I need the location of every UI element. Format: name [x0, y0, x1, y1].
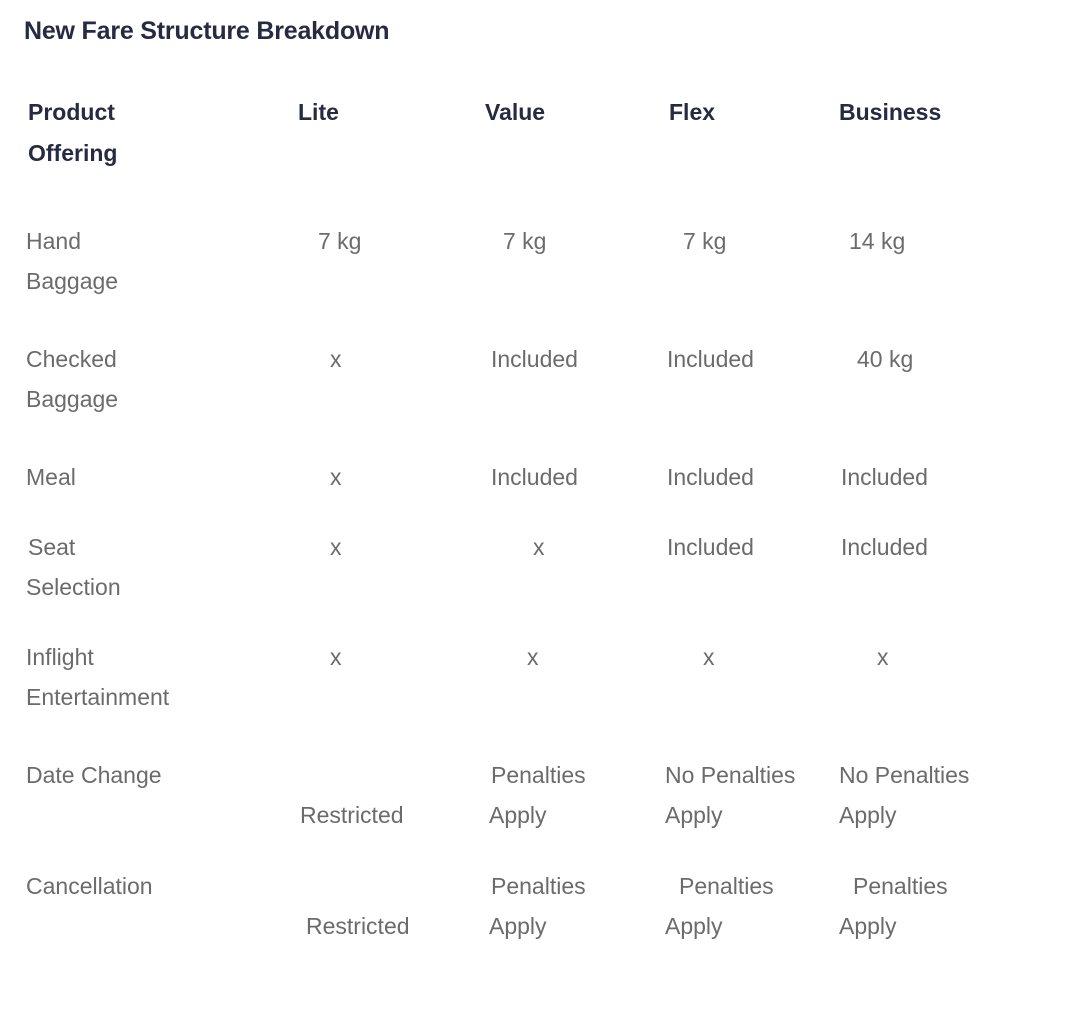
cell-value: Included	[841, 464, 928, 490]
cell-value: x	[703, 644, 715, 670]
cell-hand-baggage-flex: 7 kg	[617, 221, 797, 261]
cell-date-change-flex: No Penalties Apply	[617, 755, 797, 835]
cell-checked-baggage-business: 40 kg	[797, 339, 1080, 379]
cell-value: Included	[667, 534, 754, 560]
cell-value: 14 kg	[849, 228, 906, 254]
cell-date-change-value: Penalties Apply	[437, 755, 617, 835]
row-label-line1: Date Change	[26, 762, 162, 788]
fare-breakdown-page: New Fare Structure Breakdown Product Off…	[0, 0, 1080, 1023]
cell-value-line2: Apply	[489, 802, 547, 828]
cell-value-line2: Apply	[665, 802, 723, 828]
cell-value: x	[330, 346, 342, 372]
row-label-inflight-entertainment: Inflight Entertainment	[0, 637, 232, 717]
cell-value: x	[533, 534, 545, 560]
row-label-checked-baggage: Checked Baggage	[0, 339, 232, 419]
cell-value-line2: Apply	[839, 913, 897, 939]
table-row: Hand Baggage 7 kg 7 kg 7 kg 14 kg	[0, 221, 1080, 301]
cell-value: x	[527, 644, 539, 670]
cell-seat-selection-flex: Included	[617, 527, 797, 567]
row-label-seat-selection: Seat Selection	[0, 527, 232, 607]
table-row: Cancellation Restricted Penalties Apply …	[0, 866, 1080, 946]
table-row: Checked Baggage x Included Included 40 k…	[0, 339, 1080, 419]
cell-checked-baggage-flex: Included	[617, 339, 797, 379]
cell-checked-baggage-lite: x	[232, 339, 437, 379]
page-title: New Fare Structure Breakdown	[24, 17, 390, 45]
cell-value: Included	[491, 464, 578, 490]
table-row: Seat Selection x x Included Included	[0, 527, 1080, 607]
cell-value: x	[877, 644, 889, 670]
cell-value: x	[330, 464, 342, 490]
cell-value: Included	[667, 346, 754, 372]
row-label-line2: Baggage	[26, 268, 119, 294]
row-label-line1: Hand	[26, 228, 81, 254]
table-header-row: Product Offering Lite Value Flex Busines…	[0, 92, 1080, 174]
cell-cancellation-value: Penalties Apply	[437, 866, 617, 946]
cell-value: x	[330, 644, 342, 670]
column-header-value: Value	[485, 99, 546, 125]
column-header-flex: Flex	[669, 99, 716, 125]
column-header-product-offering-line1: Product	[28, 99, 115, 125]
cell-value-line1: Penalties	[853, 873, 948, 899]
row-label-line1: Inflight	[26, 644, 94, 670]
row-label-line1: Seat	[28, 534, 76, 560]
cell-meal-flex: Included	[617, 457, 797, 497]
row-label-hand-baggage: Hand Baggage	[0, 221, 232, 301]
cell-value-line1: Penalties	[679, 873, 774, 899]
cell-date-change-business: No Penalties Apply	[797, 755, 1080, 835]
row-label-cancellation: Cancellation	[0, 866, 232, 906]
cell-value-line1: Penalties	[491, 873, 586, 899]
cell-value-line2: Apply	[489, 913, 547, 939]
fare-comparison-table: Product Offering Lite Value Flex Busines…	[0, 92, 1080, 946]
row-label-line2: Baggage	[26, 386, 119, 412]
cell-meal-lite: x	[232, 457, 437, 497]
cell-cancellation-lite: Restricted	[232, 866, 437, 946]
cell-checked-baggage-value: Included	[437, 339, 617, 379]
row-label-line1: Checked	[26, 346, 117, 372]
row-label-date-change: Date Change	[0, 755, 232, 795]
column-header-business: Business	[839, 99, 942, 125]
cell-value: Restricted	[300, 802, 404, 828]
cell-meal-business: Included	[797, 457, 1080, 497]
cell-meal-value: Included	[437, 457, 617, 497]
cell-value: Included	[491, 346, 578, 372]
row-label-line2: Selection	[26, 574, 121, 600]
table-row: Inflight Entertainment x x x x	[0, 637, 1080, 717]
cell-value: 7 kg	[318, 228, 362, 254]
cell-hand-baggage-value: 7 kg	[437, 221, 617, 261]
cell-cancellation-flex: Penalties Apply	[617, 866, 797, 946]
cell-value-line1: No Penalties	[665, 762, 796, 788]
cell-cancellation-business: Penalties Apply	[797, 866, 1080, 946]
cell-inflight-entertainment-value: x	[437, 637, 617, 677]
row-label-line1: Meal	[26, 464, 76, 490]
cell-value: Included	[841, 534, 928, 560]
cell-value: Restricted	[306, 913, 410, 939]
table-row: Date Change Restricted Penalties Apply N…	[0, 755, 1080, 835]
cell-seat-selection-lite: x	[232, 527, 437, 567]
row-label-meal: Meal	[0, 457, 232, 497]
column-header-product-offering-line2: Offering	[28, 140, 118, 166]
cell-date-change-lite: Restricted	[232, 755, 437, 835]
cell-seat-selection-business: Included	[797, 527, 1080, 567]
row-label-line1: Cancellation	[26, 873, 153, 899]
column-header-lite: Lite	[298, 99, 339, 125]
cell-value: 7 kg	[683, 228, 727, 254]
cell-value: x	[330, 534, 342, 560]
table-row: Meal x Included Included Included	[0, 457, 1080, 497]
cell-inflight-entertainment-business: x	[797, 637, 1080, 677]
row-label-line2: Entertainment	[26, 684, 170, 710]
cell-inflight-entertainment-flex: x	[617, 637, 797, 677]
cell-value-line2: Apply	[665, 913, 723, 939]
cell-hand-baggage-lite: 7 kg	[232, 221, 437, 261]
cell-value-line1: Penalties	[491, 762, 586, 788]
cell-value: Included	[667, 464, 754, 490]
cell-value-line2: Apply	[839, 802, 897, 828]
cell-value: 40 kg	[857, 346, 914, 372]
cell-seat-selection-value: x	[437, 527, 617, 567]
cell-value: 7 kg	[503, 228, 547, 254]
cell-value-line1: No Penalties	[839, 762, 970, 788]
cell-hand-baggage-business: 14 kg	[797, 221, 1080, 261]
column-header-product-offering: Product Offering	[0, 92, 232, 174]
cell-inflight-entertainment-lite: x	[232, 637, 437, 677]
